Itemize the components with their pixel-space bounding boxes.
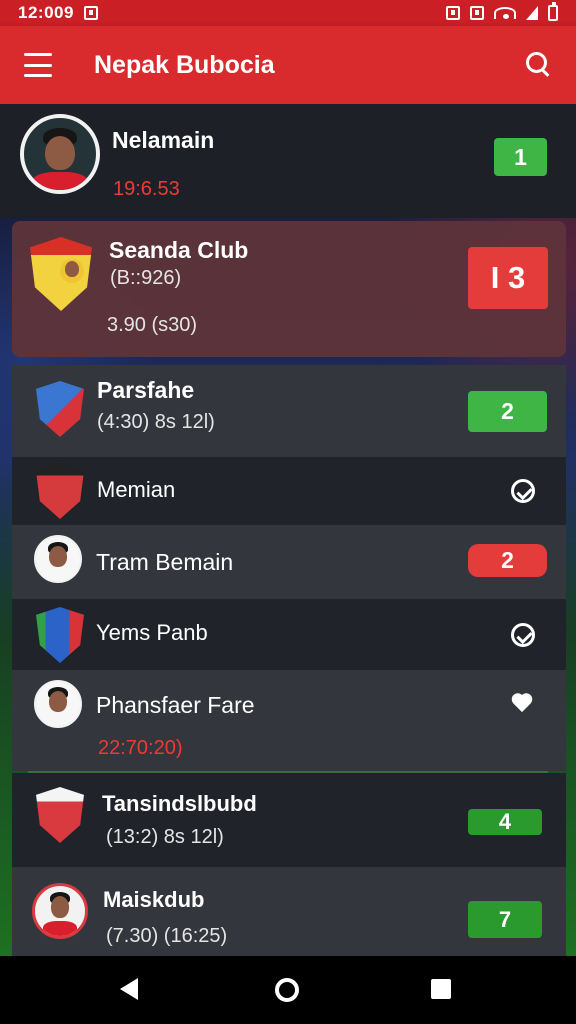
score-value: I 3	[490, 260, 526, 295]
score-value: 1	[514, 143, 527, 170]
item-title: Memian	[97, 477, 176, 502]
score-badge: 2	[468, 391, 547, 432]
status-right	[446, 2, 558, 21]
app-title: Nepak Bubocia	[94, 50, 275, 79]
list-item[interactable]: Maiskdub (7.30) (16:25) 7	[12, 867, 566, 956]
home-icon[interactable]	[275, 978, 299, 1002]
item-subtitle: (7.30) (16:25)	[106, 925, 228, 947]
crest-player-icon	[60, 259, 84, 283]
item-subtitle: 22:70:20)	[98, 737, 183, 759]
list-item[interactable]: Yems Panb	[12, 599, 566, 670]
status-bar: 12:009	[0, 0, 576, 26]
status-time: 12:009	[18, 3, 74, 22]
item-subtitle: (13:2) 8s 12l)	[106, 826, 224, 848]
system-navigation-bar	[0, 956, 576, 1024]
player-avatar	[32, 883, 88, 939]
wifi-icon	[494, 7, 516, 19]
player-avatar	[20, 114, 100, 194]
score-badge: I 3	[468, 247, 548, 309]
item-title: Phansfaer Fare	[96, 692, 255, 718]
battery-icon	[548, 2, 558, 21]
list-container: Nelamain 19:6.53 1 Seanda Club (B::926) …	[0, 104, 576, 956]
item-title: Parsfahe	[97, 377, 195, 403]
featured-item[interactable]: Seanda Club (B::926) 3.90 (s30) I 3	[12, 221, 566, 357]
club-crest	[36, 381, 84, 437]
list-item[interactable]: Nelamain 19:6.53 1	[0, 104, 576, 218]
list-item[interactable]: Phansfaer Fare 22:70:20)	[12, 670, 566, 771]
status-left: 12:009	[18, 3, 98, 23]
top-app-bar: Nepak Bubocia	[0, 26, 576, 104]
list-item[interactable]: Tram Bemain 2	[12, 525, 566, 599]
item-title: Tansindslbubd	[102, 791, 257, 816]
item-extra: 3.90 (s30)	[107, 314, 198, 336]
score-badge: 1	[494, 138, 547, 176]
club-crest	[36, 787, 84, 843]
item-subtitle: (4:30) 8s 12l)	[97, 411, 215, 433]
recent-apps-icon[interactable]	[431, 979, 451, 999]
item-subtitle: (B::926)	[110, 267, 182, 289]
list-item[interactable]: Parsfahe (4:30) 8s 12l) 2	[12, 365, 566, 457]
item-title: Yems Panb	[96, 620, 208, 645]
player-avatar	[34, 680, 82, 728]
item-subtitle: 19:6.53	[113, 178, 180, 200]
menu-icon[interactable]	[24, 53, 52, 77]
club-crest	[36, 463, 84, 519]
score-badge: 4	[468, 809, 542, 835]
score-badge: 7	[468, 901, 542, 938]
back-icon[interactable]	[120, 978, 138, 1000]
list-item[interactable]: Memian	[12, 457, 566, 525]
player-avatar	[34, 535, 82, 583]
heart-icon[interactable]	[510, 694, 534, 714]
notification-icon	[83, 6, 98, 20]
settings-icon	[470, 6, 484, 20]
score-value: 2	[501, 398, 514, 424]
app-screen: 12:009 Nepak Bubocia Nelamain 19:6.53 1 …	[0, 0, 576, 1024]
item-title: Maiskdub	[103, 887, 205, 912]
item-title: Seanda Club	[109, 237, 249, 263]
item-title: Tram Bemain	[96, 549, 234, 575]
item-title: Nelamain	[112, 127, 215, 153]
score-value: 7	[498, 906, 512, 932]
notification-icon	[446, 6, 460, 20]
search-icon[interactable]	[524, 50, 554, 80]
score-badge: 2	[468, 544, 547, 577]
list-item[interactable]: Tansindslbubd (13:2) 8s 12l) 4	[12, 773, 566, 867]
score-value: 4	[498, 809, 512, 834]
club-crest	[36, 607, 84, 663]
score-value: 2	[501, 547, 514, 573]
check-circle-icon[interactable]	[511, 623, 535, 647]
check-circle-icon[interactable]	[511, 479, 535, 503]
signal-icon	[526, 6, 538, 20]
